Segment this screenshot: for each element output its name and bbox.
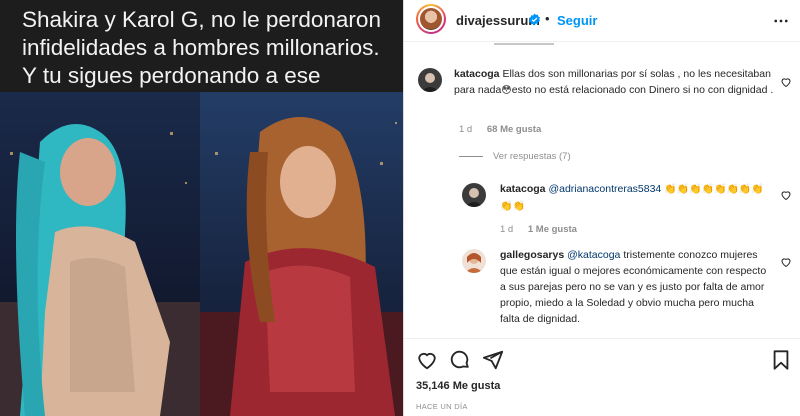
scroll-remnant [494,38,574,46]
post-actions-bar [404,338,800,378]
post-image[interactable]: Shakira y Karol G, no le perdonaron infi… [0,0,403,416]
more-icon[interactable] [772,12,790,30]
verified-icon [529,13,540,26]
reply-username[interactable]: gallegosarys [500,249,564,261]
heart-icon[interactable] [416,349,438,371]
reply-mention[interactable]: @katacoga [567,249,620,261]
comment-meta: 1 d 68 Me gusta [459,124,541,135]
comment-heart-icon[interactable] [780,76,792,88]
header-separator: • [545,11,550,26]
comment-icon[interactable] [449,349,471,371]
author-avatar[interactable] [416,4,446,34]
comment-username[interactable]: katacoga [454,68,500,80]
reply-heart-icon[interactable] [780,256,792,268]
share-icon[interactable] [482,349,504,371]
reply-avatar[interactable] [462,183,486,207]
reply-text: gallegosarys @katacoga tristemente conoz… [500,247,774,327]
view-replies-label: Ver respuestas (7) [493,151,571,162]
comment-text: katacoga Ellas dos son millonarias por s… [454,66,774,99]
reply-mention[interactable]: @adrianacontreras5834 [548,183,661,195]
reply-avatar[interactable] [462,249,486,273]
bookmark-icon[interactable] [770,349,792,371]
reply-likes[interactable]: 1 Me gusta [528,224,577,235]
reply-age: 1 d [500,224,514,235]
follow-button[interactable]: Seguir [557,13,597,28]
reply-text: katacoga @adrianacontreras5834 👏👏👏👏👏👏👏👏👏… [500,181,766,215]
post-photo [0,92,403,416]
reply-username[interactable]: katacoga [500,183,546,195]
comment-age: 1 d [459,124,473,135]
reply-heart-icon[interactable] [780,189,792,201]
comment-avatar[interactable] [418,68,442,92]
post-header: divajessurum • Seguir [404,0,800,42]
reply-meta: 1 d 1 Me gusta [500,224,577,235]
comment-likes[interactable]: 68 Me gusta [487,124,541,135]
view-replies-button[interactable]: Ver respuestas (7) [459,151,571,162]
post-detail-panel: divajessurum • Seguir katacoga Ellas dos… [403,0,800,416]
post-likes-count[interactable]: 35,146 Me gusta [416,380,500,392]
replies-divider [459,155,483,157]
post-timestamp: HACE UN DÍA [416,402,468,411]
comment-body-end: esto no está relacionado con Dinero si n… [511,84,774,96]
comment-emoji: 😳 [501,85,512,96]
